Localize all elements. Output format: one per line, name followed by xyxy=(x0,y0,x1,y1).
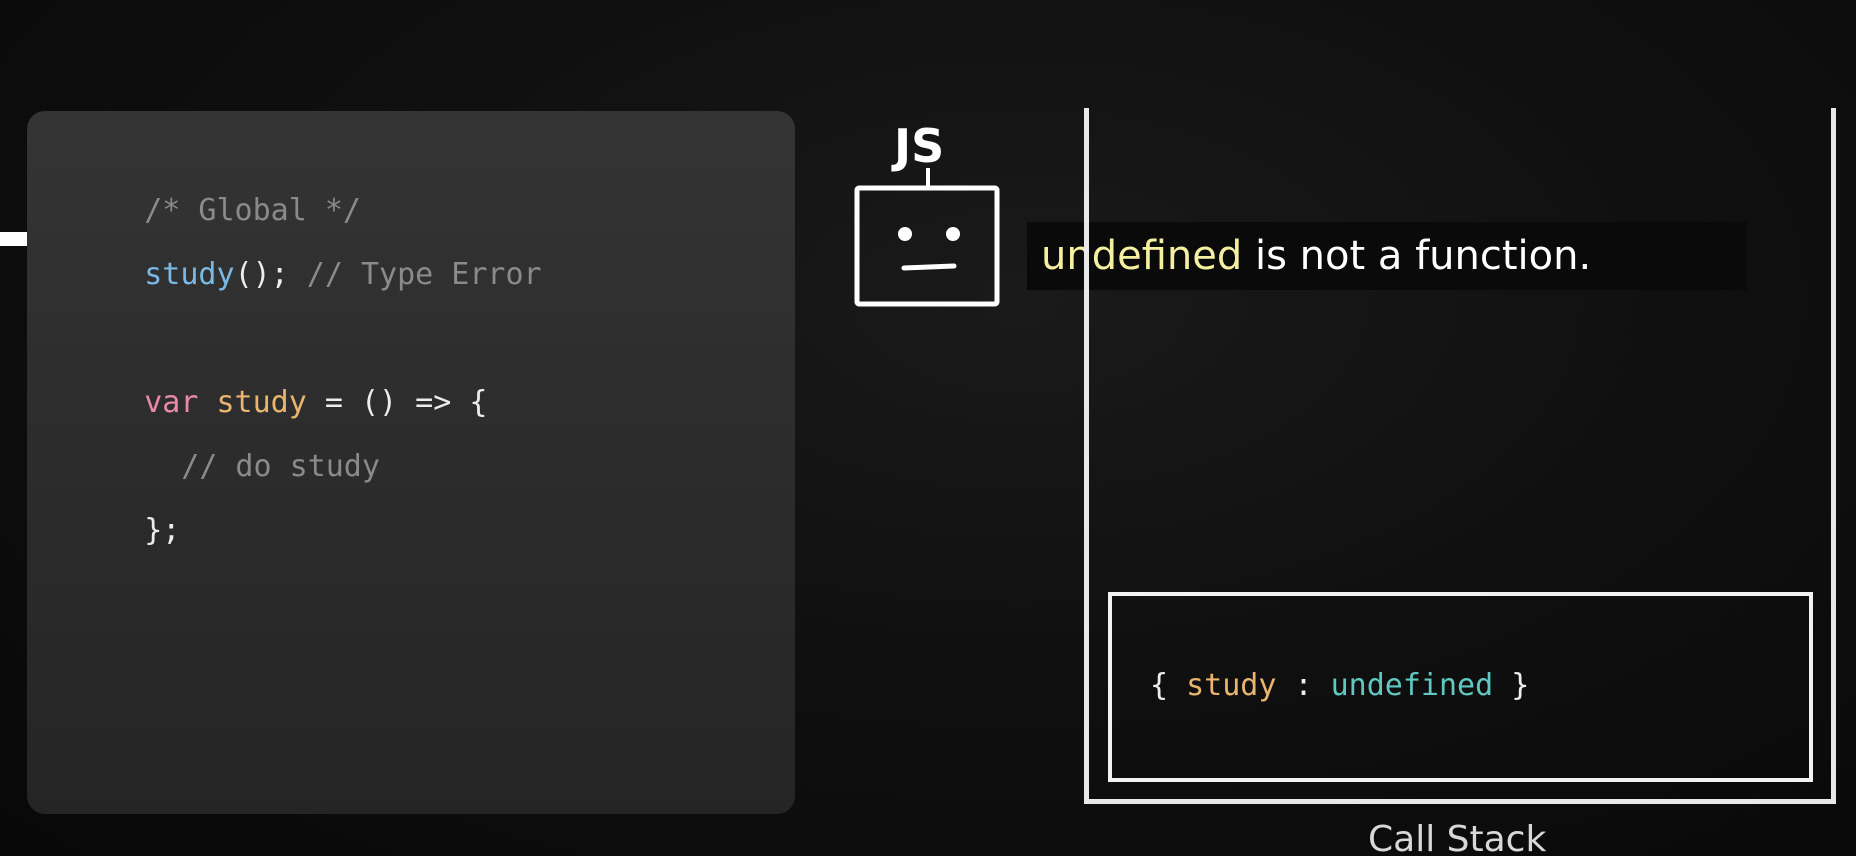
robot-label: JS xyxy=(891,119,944,173)
type-error-comment: // Type Error xyxy=(288,257,542,292)
frame-open-brace: { xyxy=(1150,668,1187,703)
body-comment: // do study xyxy=(181,449,380,484)
js-robot-icon: JS xyxy=(854,119,1000,307)
code-line-5: }; xyxy=(72,471,180,591)
closing-brace: }; xyxy=(144,513,181,548)
call-parens: (); xyxy=(234,257,289,292)
code-panel: /* Global */ study(); // Type Error var … xyxy=(27,111,795,814)
global-execution-frame: { study : undefined } xyxy=(1108,592,1813,782)
frame-contents: { study : undefined } xyxy=(1150,666,1529,706)
frame-close-brace: } xyxy=(1493,668,1530,703)
frame-value: undefined xyxy=(1330,668,1494,703)
call-stack-label: Call Stack xyxy=(1368,819,1547,856)
frame-key: study xyxy=(1186,668,1277,703)
function-call-name: study xyxy=(144,257,235,292)
code-line-2: study(); // Type Error xyxy=(72,215,542,335)
frame-separator: : xyxy=(1276,668,1331,703)
